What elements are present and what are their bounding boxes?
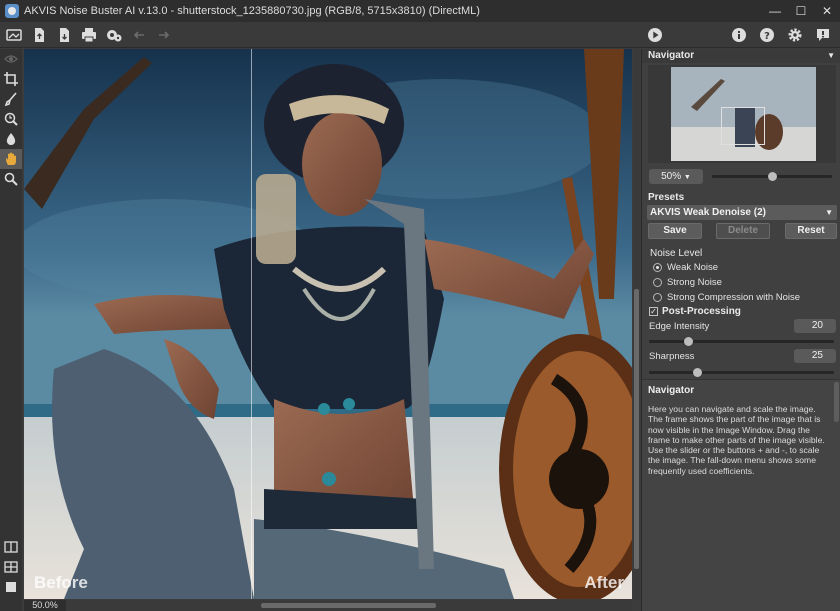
delete-button[interactable]: Delete (716, 223, 770, 239)
navigator-preview[interactable] (648, 65, 836, 163)
title-bar: AKVIS Noise Buster AI v.13.0 - shutterst… (0, 0, 840, 22)
split-view-icon[interactable] (0, 537, 22, 557)
post-processing-checkbox[interactable]: ✓ Post-Processing (649, 306, 741, 317)
window-title: AKVIS Noise Buster AI v.13.0 - shutterst… (24, 5, 480, 17)
settings-panel: Navigator ▼ 50% ▼ Presets AKVIS Weak Den… (641, 49, 840, 611)
zoom-select[interactable]: 50% ▼ (649, 169, 703, 184)
scroll-thumb[interactable] (634, 289, 639, 569)
visibility-icon[interactable] (0, 49, 22, 69)
collapse-icon[interactable]: ▼ (827, 49, 835, 63)
edge-intensity-label: Edge Intensity (649, 321, 710, 332)
before-after-icon[interactable] (3, 24, 25, 46)
preset-dropdown[interactable]: AKVIS Weak Denoise (2) ▼ (647, 205, 837, 220)
app-logo-icon (5, 4, 19, 18)
help-title: Navigator (648, 385, 695, 396)
photo-illustration (24, 49, 632, 599)
edge-intensity-value[interactable]: 20 (794, 319, 836, 333)
close-icon[interactable]: ✕ (814, 0, 840, 22)
canvas-vertical-scrollbar[interactable] (633, 49, 640, 599)
help-scrollbar[interactable] (834, 382, 839, 422)
edge-intensity-knob[interactable] (684, 337, 693, 346)
presets-label: Presets (648, 192, 685, 203)
zoom-slider[interactable] (712, 172, 832, 181)
zoom-controls: 50% ▼ (648, 169, 838, 185)
sharpness-knob[interactable] (693, 368, 702, 377)
help-icon[interactable]: ? (756, 24, 778, 46)
undo-icon[interactable] (128, 24, 150, 46)
radio-indicator (653, 278, 662, 287)
chevron-down-icon: ▼ (825, 208, 833, 217)
window-controls: — ☐ ✕ (762, 0, 840, 22)
crop-icon[interactable] (0, 69, 22, 89)
single-view-icon[interactable] (0, 577, 22, 597)
brush-icon[interactable] (0, 89, 22, 109)
view-mode-group (0, 537, 22, 597)
maximize-icon[interactable]: ☐ (788, 0, 814, 22)
navigator-header: Navigator ▼ (642, 49, 840, 63)
radio-indicator (653, 263, 662, 272)
navigator-view-frame[interactable] (721, 107, 765, 145)
play-icon[interactable] (644, 24, 666, 46)
reset-button[interactable]: Reset (785, 223, 837, 239)
redo-icon[interactable] (153, 24, 175, 46)
history-brush-icon[interactable] (0, 109, 22, 129)
zoom-status: 50.0% (24, 600, 66, 611)
noise-level-title: Noise Level (650, 248, 703, 259)
tool-bar (0, 49, 22, 611)
radio-indicator (653, 293, 662, 302)
save-button[interactable]: Save (648, 223, 702, 239)
save-file-icon[interactable] (53, 24, 75, 46)
main-toolbar: ? (0, 22, 840, 48)
radio-weak-noise[interactable]: Weak Noise (653, 262, 718, 273)
scroll-thumb[interactable] (261, 603, 436, 608)
help-panel: Navigator Here you can navigate and scal… (642, 379, 840, 611)
sharpness-label: Sharpness (649, 351, 695, 362)
minimize-icon[interactable]: — (762, 0, 788, 22)
after-label: After (584, 573, 624, 592)
sharpness-slider[interactable] (649, 368, 834, 377)
zoom-icon[interactable] (0, 169, 22, 189)
before-after-divider[interactable] (251, 49, 252, 599)
edge-intensity-slider[interactable] (649, 337, 834, 346)
settings-icon[interactable] (784, 24, 806, 46)
zoom-slider-knob[interactable] (768, 172, 777, 181)
sharpness-value[interactable]: 25 (794, 349, 836, 363)
hand-icon[interactable] (0, 149, 22, 169)
radio-strong-noise[interactable]: Strong Noise (653, 277, 722, 288)
before-label: Before (34, 573, 88, 592)
image-canvas[interactable]: Before After (24, 49, 632, 599)
batch-icon[interactable] (103, 24, 125, 46)
print-icon[interactable] (78, 24, 100, 46)
help-text: Here you can navigate and scale the imag… (648, 404, 825, 476)
checkmark-icon: ✓ (649, 307, 658, 316)
navigator-title: Navigator (648, 50, 695, 61)
svg-text:?: ? (764, 31, 770, 42)
feedback-icon[interactable] (812, 24, 834, 46)
open-file-icon[interactable] (28, 24, 50, 46)
canvas-horizontal-scrollbar[interactable] (66, 600, 632, 611)
info-icon[interactable] (728, 24, 750, 46)
drop-icon[interactable] (0, 129, 22, 149)
tabs-view-icon[interactable] (0, 557, 22, 577)
radio-strong-compression[interactable]: Strong Compression with Noise (653, 292, 800, 303)
